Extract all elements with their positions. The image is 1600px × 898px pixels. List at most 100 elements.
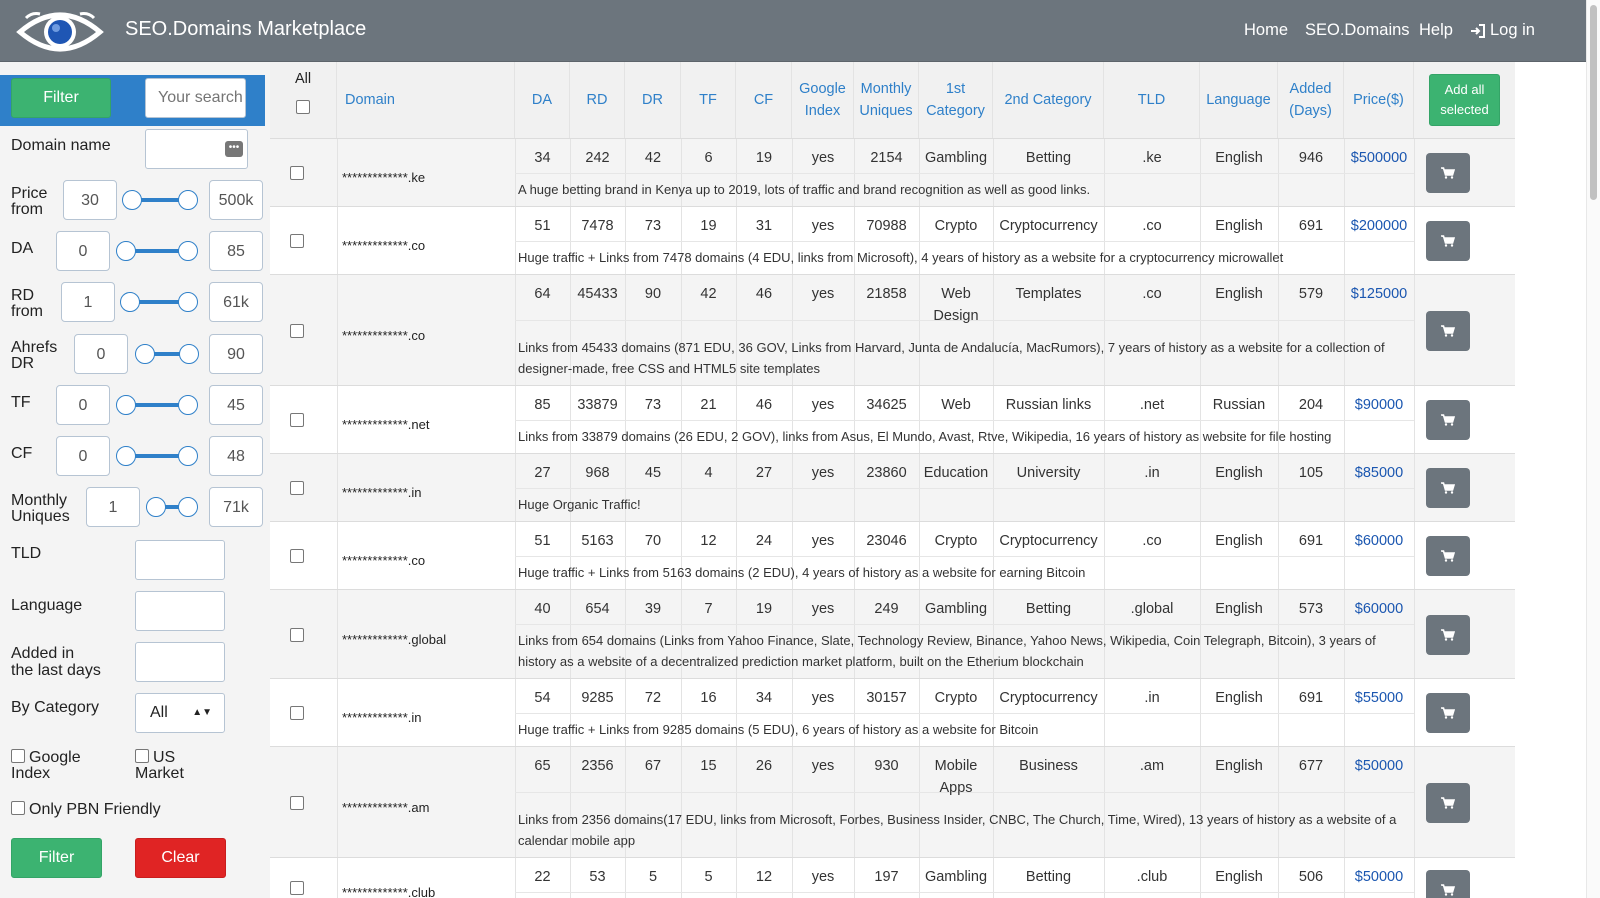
- add-to-cart-button[interactable]: [1426, 782, 1470, 823]
- domain-name[interactable]: *************.co: [342, 235, 425, 257]
- row-checkbox[interactable]: [290, 166, 304, 180]
- range-min-input-1[interactable]: 0: [56, 231, 110, 271]
- range-max-input-6[interactable]: 71k: [209, 487, 263, 527]
- range-slider-1[interactable]: [116, 241, 198, 261]
- slider-max-handle[interactable]: [178, 292, 198, 312]
- row-checkbox[interactable]: [290, 881, 304, 895]
- scrollbar-thumb[interactable]: [1590, 5, 1597, 200]
- range-max-input-0[interactable]: 500k: [209, 180, 263, 220]
- domain-name[interactable]: *************.co: [342, 550, 425, 572]
- eye-logo-icon[interactable]: [16, 8, 104, 56]
- filter-top-button[interactable]: Filter: [11, 78, 111, 118]
- col-rd[interactable]: RD: [570, 62, 625, 138]
- slider-min-handle[interactable]: [116, 446, 136, 466]
- slider-max-handle[interactable]: [179, 344, 199, 364]
- slider-min-handle[interactable]: [122, 190, 142, 210]
- slider-min-handle[interactable]: [120, 292, 140, 312]
- slider-min-handle[interactable]: [116, 395, 136, 415]
- add-to-cart-button[interactable]: [1426, 221, 1470, 261]
- cell-price[interactable]: $500000: [1344, 147, 1414, 169]
- added-days-input[interactable]: [135, 642, 225, 682]
- slider-max-handle[interactable]: [178, 190, 198, 210]
- col-monthly-uniques[interactable]: Monthly Uniques: [854, 62, 919, 138]
- cell-price[interactable]: $50000: [1344, 866, 1414, 888]
- range-max-input-3[interactable]: 90: [209, 334, 263, 374]
- col-language[interactable]: Language: [1200, 62, 1278, 138]
- cell-price[interactable]: $200000: [1344, 215, 1414, 237]
- clear-button[interactable]: Clear: [135, 838, 226, 878]
- domain-name[interactable]: *************.global: [342, 629, 446, 651]
- domain-name-input[interactable]: •••: [145, 129, 248, 169]
- brand-title[interactable]: SEO.Domains Marketplace: [125, 18, 366, 41]
- slider-max-handle[interactable]: [178, 395, 198, 415]
- slider-min-handle[interactable]: [116, 241, 136, 261]
- tld-input[interactable]: [135, 540, 225, 580]
- col-dr[interactable]: DR: [625, 62, 681, 138]
- slider-max-handle[interactable]: [178, 446, 198, 466]
- col-2nd-category[interactable]: 2nd Category: [993, 62, 1104, 138]
- col-google-index[interactable]: Google Index: [792, 62, 854, 138]
- domain-name[interactable]: *************.co: [342, 325, 425, 347]
- range-slider-6[interactable]: [146, 497, 198, 517]
- cell-price[interactable]: $55000: [1344, 687, 1414, 709]
- row-checkbox[interactable]: [290, 413, 304, 427]
- nav-help[interactable]: Help: [1419, 21, 1453, 40]
- add-to-cart-button[interactable]: [1426, 400, 1470, 440]
- range-max-input-2[interactable]: 61k: [209, 282, 263, 322]
- range-slider-0[interactable]: [122, 190, 198, 210]
- row-checkbox[interactable]: [290, 323, 304, 338]
- language-input[interactable]: [135, 591, 225, 631]
- col-tld[interactable]: TLD: [1104, 62, 1200, 138]
- us-market-checkbox[interactable]: [135, 749, 149, 763]
- add-all-selected-button[interactable]: Add all selected: [1429, 74, 1500, 126]
- cell-price[interactable]: $90000: [1344, 394, 1414, 416]
- cell-price[interactable]: $50000: [1344, 755, 1414, 777]
- domain-name[interactable]: *************.in: [342, 482, 422, 504]
- cell-price[interactable]: $60000: [1344, 530, 1414, 552]
- ellipsis-icon[interactable]: •••: [225, 141, 243, 157]
- row-checkbox[interactable]: [290, 627, 304, 642]
- range-slider-3[interactable]: [135, 344, 199, 364]
- range-slider-4[interactable]: [116, 395, 198, 415]
- filter-button[interactable]: Filter: [11, 838, 102, 878]
- range-max-input-1[interactable]: 85: [209, 231, 263, 271]
- col-1st-category[interactable]: 1st Category: [919, 62, 993, 138]
- add-to-cart-button[interactable]: [1426, 693, 1470, 733]
- add-to-cart-button[interactable]: [1426, 153, 1470, 193]
- range-min-input-4[interactable]: 0: [56, 385, 110, 425]
- cell-price[interactable]: $60000: [1344, 598, 1414, 620]
- domain-name[interactable]: *************.net: [342, 414, 429, 436]
- row-checkbox[interactable]: [290, 549, 304, 563]
- add-to-cart-button[interactable]: [1426, 614, 1470, 655]
- slider-min-handle[interactable]: [146, 497, 166, 517]
- slider-max-handle[interactable]: [178, 241, 198, 261]
- nav-seo-domains[interactable]: SEO.Domains: [1305, 21, 1410, 40]
- range-max-input-5[interactable]: 48: [209, 436, 263, 476]
- range-slider-2[interactable]: [120, 292, 198, 312]
- domain-name[interactable]: *************.ke: [342, 167, 425, 189]
- category-select[interactable]: All ▲▼: [135, 693, 225, 733]
- page-scrollbar[interactable]: [1586, 0, 1600, 898]
- range-min-input-2[interactable]: 1: [61, 282, 115, 322]
- range-max-input-4[interactable]: 45: [209, 385, 263, 425]
- cell-price[interactable]: $125000: [1344, 283, 1414, 305]
- range-min-input-6[interactable]: 1: [86, 487, 140, 527]
- slider-max-handle[interactable]: [178, 497, 198, 517]
- col-tf[interactable]: TF: [681, 62, 736, 138]
- add-to-cart-button[interactable]: [1426, 310, 1470, 351]
- select-all-checkbox[interactable]: [296, 100, 310, 114]
- add-to-cart-button[interactable]: [1426, 870, 1470, 898]
- pbn-friendly-checkbox[interactable]: [11, 801, 25, 815]
- slider-min-handle[interactable]: [135, 344, 155, 364]
- row-checkbox[interactable]: [290, 795, 304, 810]
- add-to-cart-button[interactable]: [1426, 468, 1470, 508]
- domain-name[interactable]: *************.in: [342, 707, 422, 729]
- row-checkbox[interactable]: [290, 481, 304, 495]
- domain-name[interactable]: *************.club: [342, 882, 435, 898]
- range-slider-5[interactable]: [116, 446, 198, 466]
- col-da[interactable]: DA: [515, 62, 570, 138]
- col-added[interactable]: Added (Days): [1278, 62, 1344, 138]
- range-min-input-3[interactable]: 0: [74, 334, 128, 374]
- nav-login[interactable]: Log in: [1470, 21, 1535, 40]
- add-to-cart-button[interactable]: [1426, 536, 1470, 576]
